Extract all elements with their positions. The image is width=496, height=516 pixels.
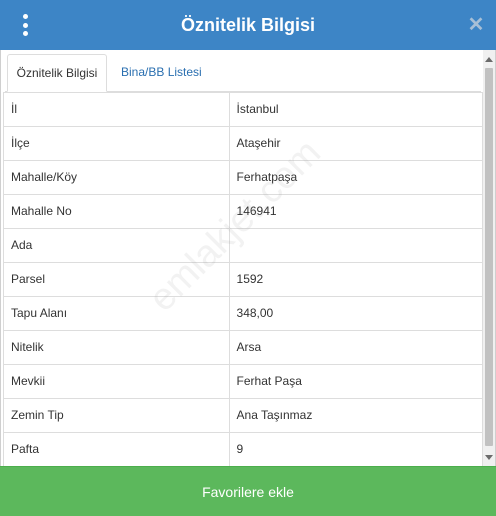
row-key: Zemin Tip: [4, 399, 230, 432]
scroll-thumb[interactable]: [485, 68, 493, 446]
table-row: Mahalle/Köy Ferhatpaşa: [4, 161, 483, 195]
table-row: Zemin Tip Ana Taşınmaz: [4, 399, 483, 433]
add-to-favorites-button[interactable]: Favorilere ekle: [0, 466, 496, 516]
row-value: 146941: [230, 195, 483, 228]
table-row: Nitelik Arsa: [4, 331, 483, 365]
scroll-down-arrow-icon[interactable]: [483, 450, 495, 464]
attribute-table: İl İstanbul İlçe Ataşehir Mahalle/Köy Fe…: [3, 92, 483, 467]
row-value: Ataşehir: [230, 127, 483, 160]
menu-dot: [22, 31, 28, 36]
scroll-up-arrow-icon[interactable]: [483, 52, 495, 66]
table-row: Ada: [4, 229, 483, 263]
row-value: 348,00: [230, 297, 483, 330]
row-value: [230, 229, 483, 262]
row-key: Tapu Alanı: [4, 297, 230, 330]
tab-bar: Öznitelik Bilgisi Bina/BB Listesi: [5, 54, 481, 92]
row-key: Ada: [4, 229, 230, 262]
vertical-scrollbar[interactable]: [483, 50, 495, 466]
row-value: 1592: [230, 263, 483, 296]
dialog-body: Öznitelik Bilgisi Bina/BB Listesi İl İst…: [0, 50, 496, 467]
close-icon[interactable]: ✕: [466, 14, 486, 36]
row-value: İstanbul: [230, 93, 483, 126]
row-key: Parsel: [4, 263, 230, 296]
menu-dot: [22, 14, 28, 19]
row-key: İlçe: [4, 127, 230, 160]
table-row: Mahalle No 146941: [4, 195, 483, 229]
row-value: Arsa: [230, 331, 483, 364]
table-row: Mevkii Ferhat Paşa: [4, 365, 483, 399]
dialog-header: Öznitelik Bilgisi ✕: [0, 0, 496, 50]
row-key: İl: [4, 93, 230, 126]
row-key: Mahalle No: [4, 195, 230, 228]
tab-bina-bb-listesi[interactable]: Bina/BB Listesi: [111, 54, 212, 92]
table-row: İl İstanbul: [4, 93, 483, 127]
row-value: 9: [230, 433, 483, 466]
dialog-title: Öznitelik Bilgisi: [180, 14, 316, 35]
row-key: Mahalle/Köy: [4, 161, 230, 194]
menu-dot: [22, 22, 28, 28]
row-key: Pafta: [4, 433, 230, 466]
table-row: İlçe Ataşehir: [4, 127, 483, 161]
row-value: Ferhatpaşa: [230, 161, 483, 194]
row-key: Nitelik: [4, 331, 230, 364]
row-value: Ana Taşınmaz: [230, 399, 483, 432]
row-key: Mevkii: [4, 365, 230, 398]
vertical-dots-icon[interactable]: [18, 14, 32, 36]
row-value: Ferhat Paşa: [230, 365, 483, 398]
table-row: Parsel 1592: [4, 263, 483, 297]
tab-oznitelik-bilgisi[interactable]: Öznitelik Bilgisi: [7, 54, 107, 92]
table-row: Tapu Alanı 348,00: [4, 297, 483, 331]
table-row: Pafta 9: [4, 433, 483, 467]
